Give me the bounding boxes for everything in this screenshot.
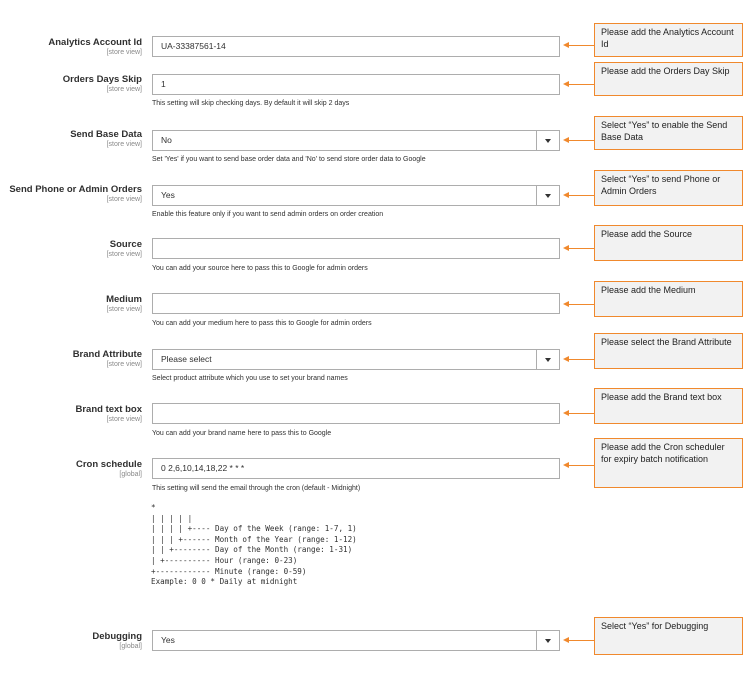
callout-arrowhead [563, 137, 569, 143]
send-phone-admin-orders-select[interactable]: Yes [152, 185, 560, 206]
brand-text-box-note: You can add your brand name here to pass… [152, 430, 332, 437]
orders-days-skip-note: This setting will skip checking days. By… [152, 100, 350, 107]
callout-orders-days-skip: Please add the Orders Day Skip [594, 62, 743, 96]
chevron-down-icon [545, 638, 551, 643]
callout-arrow [568, 304, 594, 305]
callout-arrow [568, 140, 594, 141]
medium-input[interactable] [152, 293, 560, 314]
brand-attribute-select[interactable]: Please select [152, 349, 560, 370]
label-send-base-data: Send Base Data [store view] [70, 129, 142, 148]
callout-send-base-data: Select “Yes” to enable the Send Base Dat… [594, 116, 743, 150]
callout-arrowhead [563, 356, 569, 362]
medium-note: You can add your medium here to pass thi… [152, 320, 372, 327]
callout-arrowhead [563, 81, 569, 87]
brand-attribute-value: Please select [161, 354, 212, 364]
callout-brand-text-box: Please add the Brand text box [594, 388, 743, 424]
send-base-data-select[interactable]: No [152, 130, 560, 151]
callout-arrow [568, 195, 594, 196]
callout-arrow [568, 359, 594, 360]
chevron-down-icon [545, 357, 551, 362]
callout-arrow [568, 465, 594, 466]
brand-text-box-input[interactable] [152, 403, 560, 424]
label-medium: Medium [store view] [106, 294, 142, 313]
chevron-down-icon [545, 138, 551, 143]
callout-arrowhead [563, 301, 569, 307]
callout-arrow [568, 413, 594, 414]
callout-arrowhead [563, 462, 569, 468]
callout-analytics-account-id: Please add the Analytics Account Id [594, 23, 743, 57]
callout-arrow [568, 45, 594, 46]
label-source: Source [store view] [106, 239, 142, 258]
callout-arrow [568, 640, 594, 641]
send-phone-admin-orders-dropdown-button[interactable] [536, 186, 559, 205]
label-cron-schedule: Cron schedule [global] [76, 459, 142, 478]
send-base-data-dropdown-button[interactable] [536, 131, 559, 150]
debugging-select[interactable]: Yes [152, 630, 560, 651]
label-analytics-account-id: Analytics Account Id [store view] [48, 37, 142, 56]
label-send-phone-or-admin-orders: Send Phone or Admin Orders [store view] [9, 184, 142, 203]
cron-schedule-input[interactable]: 0 2,6,10,14,18,22 * * * [152, 458, 560, 479]
label-debugging: Debugging [global] [92, 631, 142, 650]
callout-medium: Please add the Medium [594, 281, 743, 317]
callout-arrowhead [563, 410, 569, 416]
callout-arrowhead [563, 245, 569, 251]
callout-arrowhead [563, 637, 569, 643]
callout-debugging: Select “Yes” for Debugging [594, 617, 743, 655]
label-orders-days-skip: Orders Days Skip [store view] [62, 74, 142, 93]
analytics-account-id-input[interactable]: UA-33387561-14 [152, 36, 560, 57]
send-phone-admin-orders-note: Enable this feature only if you want to … [152, 211, 384, 218]
send-base-data-note: Set 'Yes' if you want to send base order… [152, 156, 426, 163]
debugging-value: Yes [161, 635, 175, 645]
callout-cron-schedule: Please add the Cron scheduler for expiry… [594, 438, 743, 488]
brand-attribute-note: Select product attribute which you use t… [152, 375, 348, 382]
callout-arrow [568, 84, 594, 85]
label-brand-text-box: Brand text box [store view] [75, 404, 142, 423]
orders-days-skip-input[interactable]: 1 [152, 74, 560, 95]
send-base-data-value: No [161, 135, 172, 145]
send-phone-admin-orders-value: Yes [161, 190, 175, 200]
callout-arrow [568, 248, 594, 249]
callout-arrowhead [563, 42, 569, 48]
callout-send-phone-admin-orders: Select “Yes” to send Phone or Admin Orde… [594, 170, 743, 206]
callout-brand-attribute: Please select the Brand Attribute [594, 333, 743, 369]
label-brand-attribute: Brand Attribute [store view] [72, 349, 142, 368]
debugging-dropdown-button[interactable] [536, 631, 559, 650]
brand-attribute-dropdown-button[interactable] [536, 350, 559, 369]
cron-schedule-note: This setting will send the email through… [152, 485, 361, 492]
cron-format-help: * | | | | | | | | | +---- Day of the Wee… [151, 503, 357, 587]
chevron-down-icon [545, 193, 551, 198]
callout-source: Please add the Source [594, 225, 743, 261]
source-note: You can add your source here to pass thi… [152, 265, 368, 272]
source-input[interactable] [152, 238, 560, 259]
callout-arrowhead [563, 192, 569, 198]
